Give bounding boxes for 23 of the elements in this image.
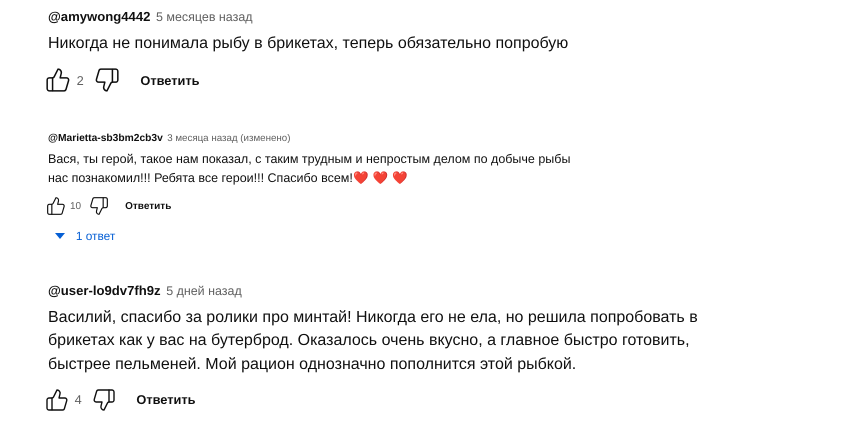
comment-time: 5 дней назад	[166, 284, 242, 298]
like-count: 2	[76, 72, 84, 88]
thumbs-up-icon[interactable]	[44, 67, 71, 94]
comment-time: 3 месяца назад (изменено)	[167, 133, 290, 144]
reply-button[interactable]: Ответить	[136, 392, 196, 408]
reply-button[interactable]: Ответить	[125, 200, 172, 212]
comment-author[interactable]: @amywong4442	[48, 9, 150, 24]
comment-time: 5 месяцев назад	[156, 10, 253, 24]
like-count: 4	[74, 392, 82, 408]
comment-author[interactable]: @Marietta-sb3bm2cb3v	[48, 133, 163, 144]
like-count: 10	[70, 200, 82, 212]
comment-text: Вася, ты герой, такое нам показал, с таким трудным и непростым делом по добыче рыбы нас познакомил!!! Ребята все герои!!! Спасибо всем!❤ ❤ ❤	[48, 151, 572, 187]
comment-text: Никогда не понимала рыбу в брикетах, теперь обязательно попробую	[48, 34, 570, 54]
thumbs-up-icon[interactable]	[44, 388, 69, 412]
thumbs-up-icon[interactable]	[46, 196, 66, 216]
comment-author[interactable]: @user-lo9dv7fh9z	[48, 283, 161, 298]
thumbs-down-icon[interactable]	[92, 388, 116, 412]
thumbs-down-icon[interactable]	[94, 67, 120, 94]
caret-icon	[55, 233, 66, 240]
reply-button[interactable]: Ответить	[140, 72, 200, 88]
comment-text: Василий, спасибо за ролики про минтай! Никогда его не ела, но решила попробовать в брикетах как у вас на бутерброд. Оказалось очень вкусно, а главное быстро готовить, быстрее пельменей. Мой рацион однозначно пополнится этой рыбкой.	[48, 308, 699, 375]
thumbs-down-icon[interactable]	[89, 196, 110, 216]
replies-toggle[interactable]: 1 ответ	[48, 229, 851, 244]
